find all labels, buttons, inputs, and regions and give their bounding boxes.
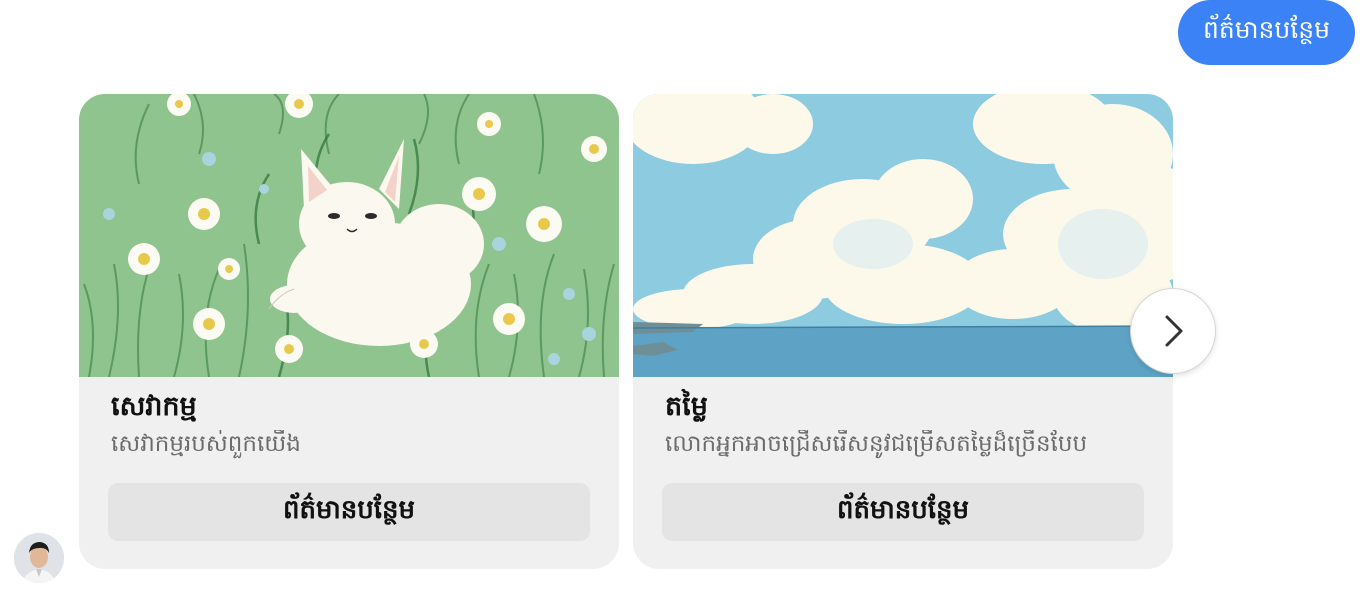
chat-carousel-view: ព័ត៌មានបន្ថែម សេវាកម្ម សេវាកម្មរបស់ពួកយើ…: [0, 0, 1362, 598]
sky-sea-image: [633, 94, 1173, 377]
card-title: តម្លៃ: [665, 391, 708, 422]
chevron-right-icon: [1165, 315, 1183, 347]
user-message-bubble: ព័ត៌មានបន្ថែម: [1178, 0, 1355, 65]
card-subtitle: សេវាកម្មរបស់ពួកយើង: [111, 431, 301, 457]
avatar: [14, 533, 64, 583]
card-title: សេវាកម្ម: [111, 391, 197, 422]
more-info-button[interactable]: ព័ត៌មានបន្ថែម: [108, 483, 590, 541]
card-subtitle: លោកអ្នកអាចជ្រើសរើសនូវជម្រើសតម្លៃដ៏ច្រើនប…: [665, 431, 1088, 457]
carousel-next-button[interactable]: [1130, 288, 1216, 374]
cat-meadow-image: [79, 94, 619, 377]
card-pricing: តម្លៃ លោកអ្នកអាចជ្រើសរើសនូវជម្រើសតម្លៃដ៏…: [633, 94, 1173, 569]
card-services: សេវាកម្ម សេវាកម្មរបស់ពួកយើង ព័ត៌មានបន្ថែ…: [79, 94, 619, 569]
more-info-button[interactable]: ព័ត៌មានបន្ថែម: [662, 483, 1144, 541]
user-message-text: ព័ត៌មានបន្ថែម: [1203, 14, 1330, 44]
